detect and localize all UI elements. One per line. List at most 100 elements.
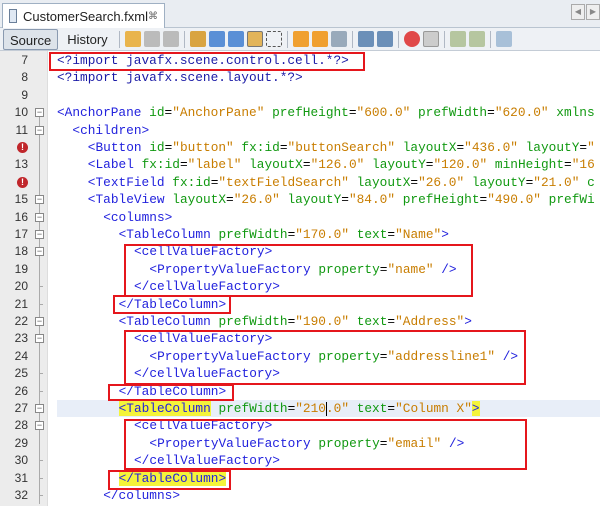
toggle-bookmark-icon[interactable] [330,31,347,47]
code-text[interactable]: <TableColumn prefWidth="190.0" text="Add… [57,313,600,330]
file-tab[interactable]: CustomerSearch.fxml ⌘ [2,3,165,28]
rectangular-selection-icon[interactable] [265,31,282,47]
code-text[interactable]: </cellValueFactory> [57,365,600,382]
code-text[interactable]: <PropertyValueFactory property="email" /… [57,435,600,452]
close-tab-icon[interactable]: ⌘ [148,11,158,22]
fold-collapse-icon[interactable]: − [35,125,44,135]
error-icon[interactable]: ! [17,176,28,188]
code-text[interactable]: <columns> [57,209,600,226]
code-line[interactable]: ! <TextField fx:id = "textFieldSearch" layo… [0,173,600,192]
code-line[interactable]: 21 </TableColumn> [0,295,600,313]
code-token-ws [541,192,549,207]
code-line[interactable]: 13 <Label fx:id="label" layoutX="126.0" l… [0,156,600,174]
next-bookmark-icon[interactable] [311,31,328,47]
code-token-tag: <PropertyValueFactory [149,261,311,277]
toggle-highlight-icon[interactable] [246,31,263,47]
code-line[interactable]: 19 <PropertyValueFactory property="name" … [0,260,600,279]
fold-collapse-icon[interactable]: − [35,317,44,326]
fold-collapse-icon[interactable]: − [35,212,44,222]
code-line[interactable]: 29 <PropertyValueFactory property="email"… [0,434,600,453]
code-token-tag: </TableColumn [118,383,219,399]
code-line[interactable]: 18− <cellValueFactory> [0,243,600,261]
code-token-tag: </cellValueFactory [134,279,273,295]
fold-collapse-icon[interactable]: − [35,421,44,431]
code-token-val: "16 [571,157,595,173]
code-text[interactable]: <cellValueFactory> [57,243,600,260]
code-text[interactable]: <children> [57,122,600,139]
code-text[interactable]: </TableColumn> [57,383,600,400]
code-editor[interactable]: 7 <?import javafx.scene.control.cell.*?> 8… [0,51,600,506]
code-text[interactable]: <TextField fx:id = "textFieldSearch" layou… [57,174,600,191]
code-line[interactable]: 31 </TableColumn> [0,469,600,487]
code-line[interactable]: 8 <?import javafx.scene.layout.*?> [0,69,600,86]
forward-icon[interactable] [162,31,179,47]
code-line[interactable]: 15− <TableView layoutX="26.0" layoutY="84… [0,191,600,209]
code-line[interactable]: 7 <?import javafx.scene.control.cell.*?> [0,52,600,69]
fold-collapse-icon[interactable]: − [35,334,44,344]
code-text[interactable]: <?import javafx.scene.layout.*?> [57,69,600,86]
code-token-ws [395,140,403,155]
stop-macro-icon[interactable] [422,31,439,47]
last-edit-icon[interactable] [124,31,141,47]
source-button[interactable]: Source [3,28,59,50]
collapse-icon[interactable] [449,31,466,47]
code-line[interactable]: 16− <columns> [0,208,600,226]
code-line[interactable]: 26 </TableColumn> [0,382,600,400]
shift-left-icon[interactable] [357,31,374,47]
find-previous-icon[interactable] [208,31,225,47]
code-token-attr: layoutY [372,157,426,173]
code-text[interactable]: </columns> [57,487,600,504]
code-text[interactable]: <TableView layoutX="26.0" layoutY="84.0"… [57,191,600,208]
code-line[interactable]: 9 [0,87,600,104]
code-line[interactable]: 32 </columns> [0,487,600,505]
expand-icon[interactable] [468,31,485,47]
code-line[interactable]: 24 <PropertyValueFactory property="addres… [0,347,600,366]
code-text[interactable]: <?import javafx.scene.control.cell.*?> [57,52,600,69]
code-text[interactable]: </TableColumn> [57,296,600,313]
error-icon[interactable]: ! [17,142,28,153]
code-text[interactable]: <TableColumn prefWidth="170.0" text="Nam… [57,226,600,243]
code-line[interactable]: 23− <cellValueFactory> [0,330,600,348]
fold-collapse-icon[interactable]: − [35,404,44,413]
code-line[interactable]: 10− <AnchorPane id = "AnchorPane" prefHeigh… [0,104,600,130]
code-line[interactable]: 25 </cellValueFactory> [0,365,600,383]
code-line[interactable]: 27− <TableColumn prefWidth="210.0" text="… [0,400,600,418]
scroll-right-icon[interactable]: ▶ [586,4,600,20]
shift-right-icon[interactable] [376,31,393,47]
previous-bookmark-icon[interactable] [292,31,309,47]
code-line[interactable]: 17− <TableColumn prefWidth="170.0" text="… [0,226,600,244]
code-text[interactable]: </cellValueFactory> [57,452,600,469]
fold-end-mark [39,373,43,375]
code-line[interactable]: 20 </cellValueFactory> [0,278,600,296]
fold-collapse-icon[interactable]: − [35,247,44,257]
scroll-left-icon[interactable]: ◀ [571,4,585,20]
code-text[interactable]: <PropertyValueFactory property="name" /> [57,261,600,278]
code-text[interactable]: <AnchorPane id="AnchorPane" prefHeight="… [57,104,600,121]
code-line[interactable]: 11− <children> [0,121,600,139]
fold-guide [39,156,40,174]
code-text[interactable]: </cellValueFactory> [57,278,600,295]
fold-end-mark [39,286,43,288]
code-line[interactable]: 30 </cellValueFactory> [0,452,600,470]
history-button[interactable]: History [61,29,113,50]
code-text[interactable]: </TableColumn> [57,470,600,487]
fold-guide [39,139,40,157]
find-icon[interactable] [189,31,206,47]
code-line[interactable]: 28− <cellValueFactory> [0,417,600,435]
code-line[interactable]: 22− <TableColumn prefWidth="190.0" text="… [0,313,600,331]
fold-collapse-icon[interactable]: − [35,108,44,118]
run-arrow-icon[interactable] [495,31,512,47]
code-text[interactable]: <Button id="button" fx:id="buttonSearch"… [57,139,600,156]
fold-collapse-icon[interactable]: − [35,230,44,239]
code-text[interactable]: <PropertyValueFactory property="addressl… [57,348,600,365]
fold-collapse-icon[interactable]: − [35,195,44,205]
code-text[interactable]: <cellValueFactory> [57,330,600,347]
editor-toolbar: Source History [0,28,600,51]
find-next-icon[interactable] [227,31,244,47]
back-icon[interactable] [143,31,160,47]
code-text[interactable]: <Label fx:id="label" layoutX="126.0" lay… [57,156,600,173]
record-macro-icon[interactable] [403,31,420,47]
code-text[interactable]: <cellValueFactory> [57,417,600,434]
code-text[interactable]: <TableColumn prefWidth="210.0" text="Col… [57,400,600,418]
code-line[interactable]: ! <Button id="button" fx:id="buttonSearch… [0,139,600,157]
